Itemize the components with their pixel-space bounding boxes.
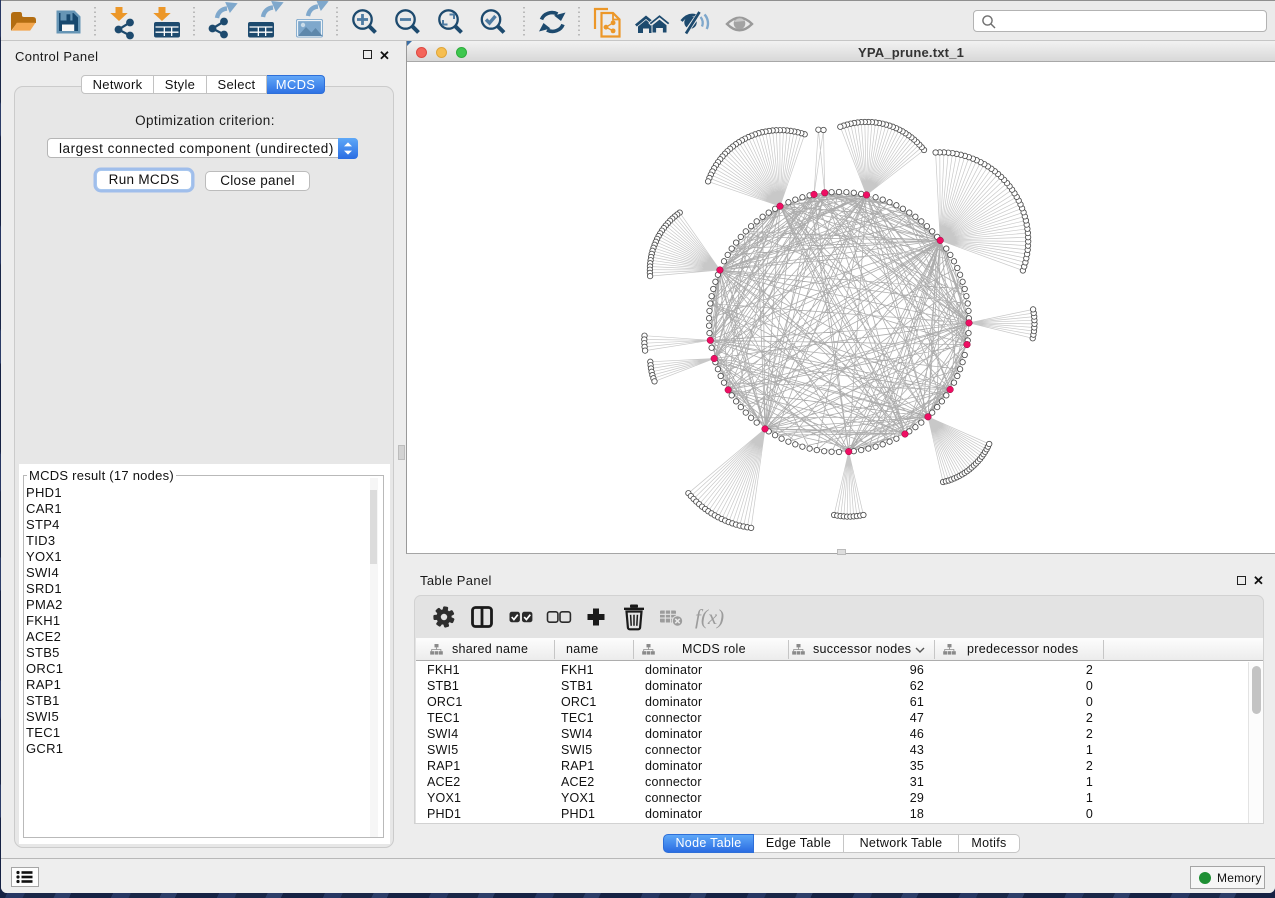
- svg-text:f(x): f(x): [695, 605, 724, 629]
